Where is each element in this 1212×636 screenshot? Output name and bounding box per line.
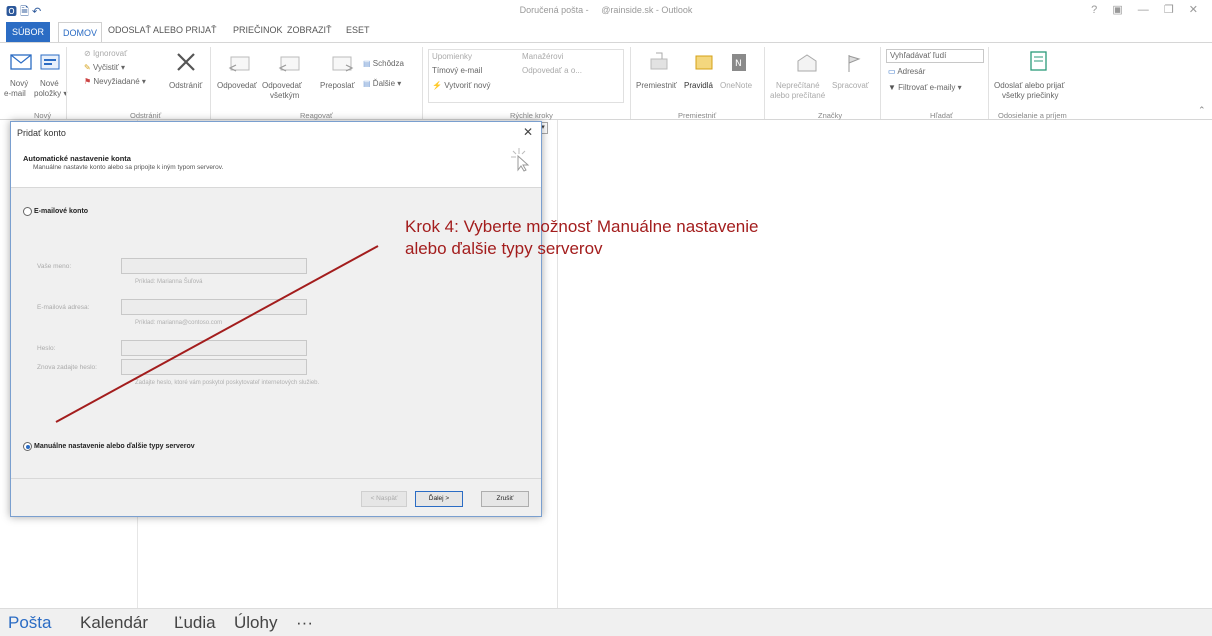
- annotation-line-1: Krok 4: Vyberte možnosť Manuálne nastave…: [405, 217, 759, 236]
- nav-tasks[interactable]: Úlohy: [234, 613, 277, 633]
- nav-mail[interactable]: Pošta: [8, 613, 51, 633]
- nav-calendar[interactable]: Kalendár: [80, 613, 148, 633]
- annotation-line-2: alebo ďalšie typy serverov: [405, 239, 603, 258]
- annotation-arrow-line: [55, 245, 379, 423]
- bottom-navigation: Pošta Kalendár Ľudia Úlohy ···: [0, 608, 1212, 636]
- nav-people[interactable]: Ľudia: [174, 613, 216, 633]
- annotation-text: Krok 4: Vyberte možnosť Manuálne nastave…: [405, 216, 885, 260]
- nav-more-icon[interactable]: ···: [296, 613, 313, 633]
